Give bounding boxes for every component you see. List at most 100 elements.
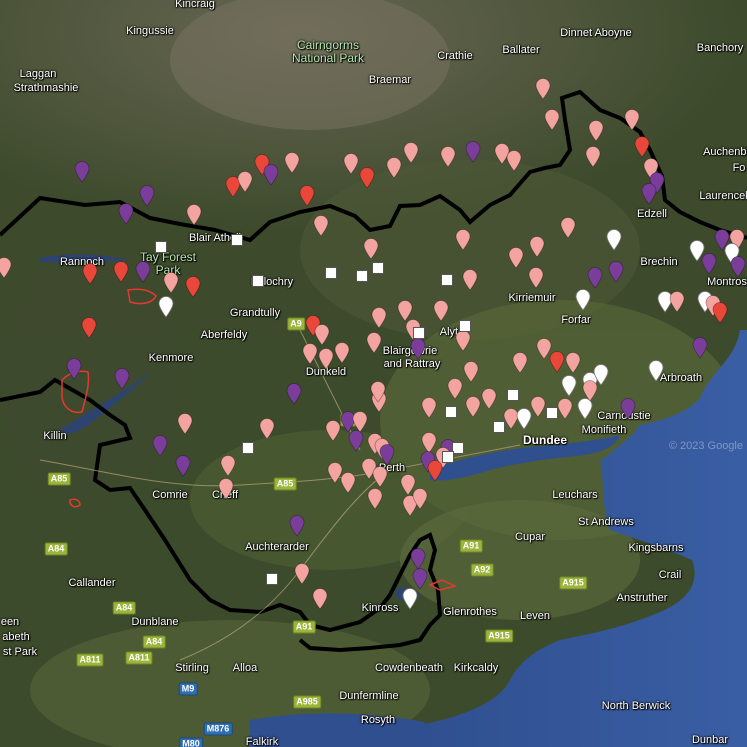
pink-map-marker-icon[interactable]: [372, 466, 388, 488]
pink-map-marker-icon[interactable]: [0, 257, 12, 279]
purple-map-marker-icon[interactable]: [286, 383, 302, 405]
purple-map-marker-icon[interactable]: [412, 568, 428, 590]
pink-map-marker-icon[interactable]: [508, 247, 524, 269]
pink-map-marker-icon[interactable]: [294, 563, 310, 585]
red-map-marker-icon[interactable]: [712, 302, 728, 324]
pink-map-marker-icon[interactable]: [220, 455, 236, 477]
square-marker-icon[interactable]: [459, 320, 471, 332]
square-marker-icon[interactable]: [441, 274, 453, 286]
pink-map-marker-icon[interactable]: [560, 217, 576, 239]
pink-map-marker-icon[interactable]: [535, 78, 551, 100]
white-map-marker-icon[interactable]: [158, 296, 174, 318]
pink-map-marker-icon[interactable]: [370, 381, 386, 403]
pink-map-marker-icon[interactable]: [669, 291, 685, 313]
pink-map-marker-icon[interactable]: [237, 171, 253, 193]
white-map-marker-icon[interactable]: [577, 398, 593, 420]
pink-map-marker-icon[interactable]: [530, 396, 546, 418]
pink-map-marker-icon[interactable]: [371, 307, 387, 329]
red-map-marker-icon[interactable]: [427, 460, 443, 482]
pink-map-marker-icon[interactable]: [318, 348, 334, 370]
pink-map-marker-icon[interactable]: [386, 157, 402, 179]
purple-map-marker-icon[interactable]: [465, 141, 481, 163]
pink-map-marker-icon[interactable]: [512, 352, 528, 374]
red-map-marker-icon[interactable]: [82, 263, 98, 285]
square-marker-icon[interactable]: [493, 421, 505, 433]
pink-map-marker-icon[interactable]: [447, 378, 463, 400]
purple-map-marker-icon[interactable]: [289, 515, 305, 537]
square-marker-icon[interactable]: [325, 267, 337, 279]
white-map-marker-icon[interactable]: [648, 360, 664, 382]
purple-map-marker-icon[interactable]: [587, 267, 603, 289]
pink-map-marker-icon[interactable]: [367, 488, 383, 510]
purple-map-marker-icon[interactable]: [620, 398, 636, 420]
map-canvas[interactable]: Kincraig Kingussie Dinnet Aboyne Ballater Ba…: [0, 0, 747, 747]
purple-map-marker-icon[interactable]: [175, 455, 191, 477]
purple-map-marker-icon[interactable]: [118, 203, 134, 225]
square-marker-icon[interactable]: [252, 275, 264, 287]
pink-map-marker-icon[interactable]: [284, 152, 300, 174]
pink-map-marker-icon[interactable]: [363, 238, 379, 260]
pink-map-marker-icon[interactable]: [325, 420, 341, 442]
red-map-marker-icon[interactable]: [359, 167, 375, 189]
pink-map-marker-icon[interactable]: [588, 120, 604, 142]
pink-map-marker-icon[interactable]: [585, 146, 601, 168]
purple-map-marker-icon[interactable]: [410, 548, 426, 570]
pink-map-marker-icon[interactable]: [557, 398, 573, 420]
purple-map-marker-icon[interactable]: [608, 261, 624, 283]
pink-map-marker-icon[interactable]: [334, 342, 350, 364]
red-map-marker-icon[interactable]: [113, 261, 129, 283]
pink-map-marker-icon[interactable]: [340, 472, 356, 494]
pink-map-marker-icon[interactable]: [312, 588, 328, 610]
square-marker-icon[interactable]: [266, 573, 278, 585]
red-map-marker-icon[interactable]: [634, 136, 650, 158]
pink-map-marker-icon[interactable]: [313, 215, 329, 237]
pink-map-marker-icon[interactable]: [366, 332, 382, 354]
pink-map-marker-icon[interactable]: [481, 388, 497, 410]
purple-map-marker-icon[interactable]: [114, 368, 130, 390]
pink-map-marker-icon[interactable]: [455, 330, 471, 352]
pink-map-marker-icon[interactable]: [624, 109, 640, 131]
white-map-marker-icon[interactable]: [516, 408, 532, 430]
pink-map-marker-icon[interactable]: [465, 396, 481, 418]
pink-map-marker-icon[interactable]: [529, 236, 545, 258]
purple-map-marker-icon[interactable]: [135, 261, 151, 283]
pink-map-marker-icon[interactable]: [218, 478, 234, 500]
red-map-marker-icon[interactable]: [549, 351, 565, 373]
red-map-marker-icon[interactable]: [81, 317, 97, 339]
pink-map-marker-icon[interactable]: [433, 300, 449, 322]
square-marker-icon[interactable]: [442, 451, 454, 463]
white-map-marker-icon[interactable]: [561, 375, 577, 397]
purple-map-marker-icon[interactable]: [730, 256, 746, 278]
square-marker-icon[interactable]: [507, 389, 519, 401]
white-map-marker-icon[interactable]: [606, 229, 622, 251]
purple-map-marker-icon[interactable]: [641, 183, 657, 205]
pink-map-marker-icon[interactable]: [259, 418, 275, 440]
square-marker-icon[interactable]: [242, 442, 254, 454]
square-marker-icon[interactable]: [155, 241, 167, 253]
pink-map-marker-icon[interactable]: [565, 352, 581, 374]
purple-map-marker-icon[interactable]: [348, 430, 364, 452]
square-marker-icon[interactable]: [231, 234, 243, 246]
white-map-marker-icon[interactable]: [402, 588, 418, 610]
purple-map-marker-icon[interactable]: [263, 164, 279, 186]
pink-map-marker-icon[interactable]: [528, 267, 544, 289]
white-map-marker-icon[interactable]: [575, 289, 591, 311]
pink-map-marker-icon[interactable]: [421, 397, 437, 419]
pink-map-marker-icon[interactable]: [403, 142, 419, 164]
pink-map-marker-icon[interactable]: [177, 413, 193, 435]
purple-map-marker-icon[interactable]: [701, 253, 717, 275]
pink-map-marker-icon[interactable]: [302, 343, 318, 365]
purple-map-marker-icon[interactable]: [410, 338, 426, 360]
square-marker-icon[interactable]: [413, 327, 425, 339]
pink-map-marker-icon[interactable]: [506, 150, 522, 172]
purple-map-marker-icon[interactable]: [692, 337, 708, 359]
square-marker-icon[interactable]: [445, 406, 457, 418]
square-marker-icon[interactable]: [356, 270, 368, 282]
pink-map-marker-icon[interactable]: [343, 153, 359, 175]
pink-map-marker-icon[interactable]: [163, 272, 179, 294]
pink-map-marker-icon[interactable]: [463, 361, 479, 383]
purple-map-marker-icon[interactable]: [139, 185, 155, 207]
purple-map-marker-icon[interactable]: [379, 444, 395, 466]
square-marker-icon[interactable]: [546, 407, 558, 419]
purple-map-marker-icon[interactable]: [66, 358, 82, 380]
